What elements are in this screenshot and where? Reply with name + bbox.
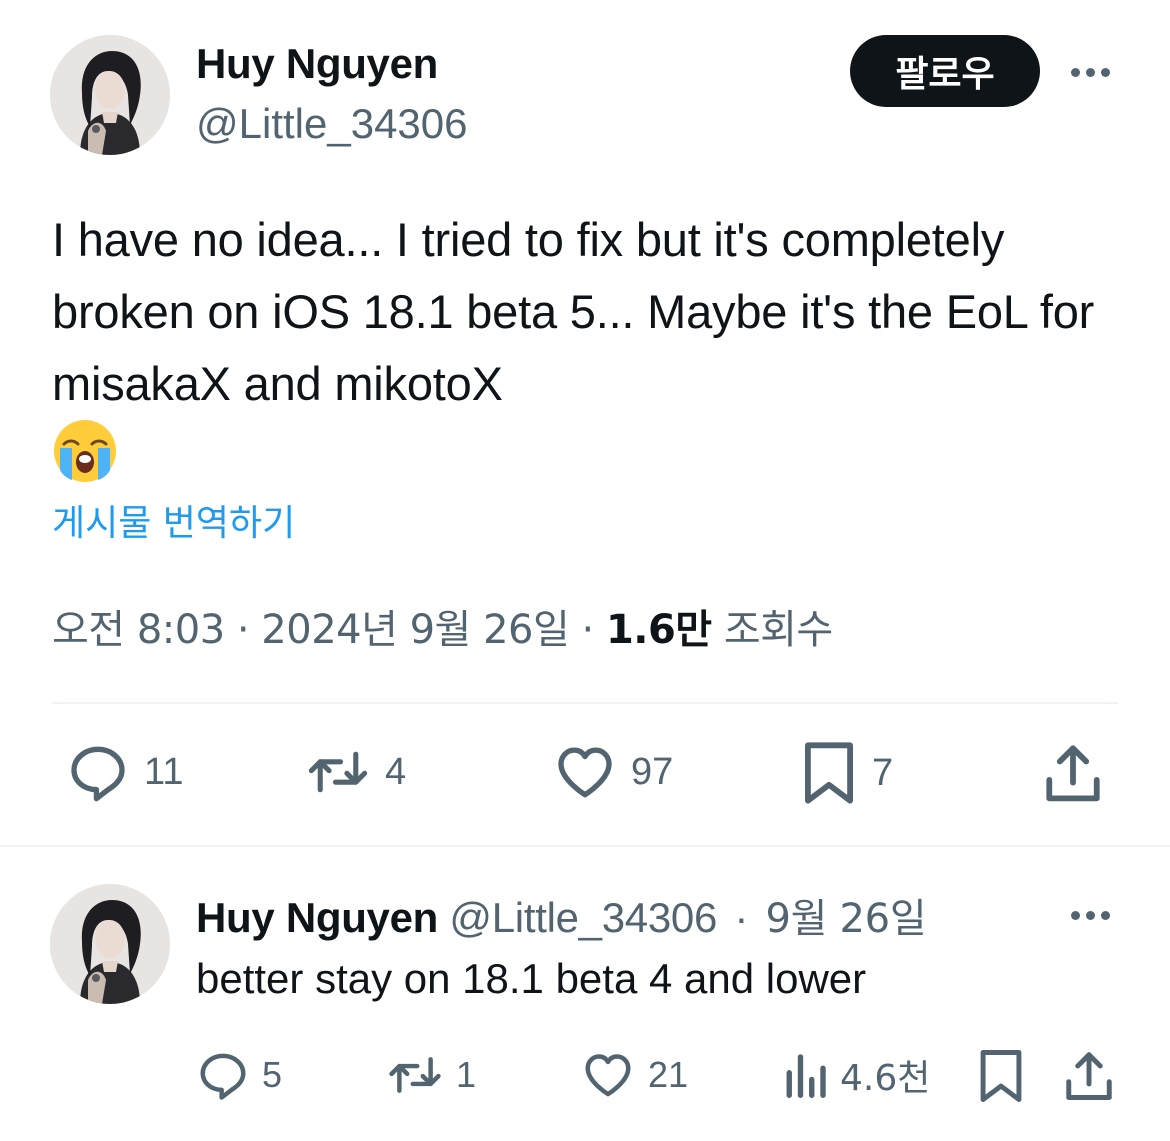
- reply-actions: 5 1 21 4.6천: [0, 1048, 1170, 1118]
- bookmark-icon: [980, 1050, 1022, 1102]
- tweet-time[interactable]: 오전 8:03: [52, 607, 225, 653]
- repost-icon: [308, 751, 368, 793]
- reply-share-button[interactable]: [1064, 1048, 1114, 1102]
- reply-author-handle[interactable]: @Little_34306: [449, 894, 717, 941]
- reply-reply-count: 5: [262, 1054, 283, 1095]
- tweet-date[interactable]: 2024년 9월 26일: [261, 607, 569, 653]
- repost-count: 4: [385, 750, 407, 793]
- like-count: 97: [631, 750, 674, 793]
- author-name[interactable]: Huy Nguyen: [196, 40, 438, 88]
- reply-like-button[interactable]: 21: [580, 1048, 688, 1102]
- tweet-metadata: 오전 8:03 · 2024년 9월 26일 · 1.6만 조회수: [52, 607, 833, 653]
- section-divider: [0, 845, 1170, 847]
- reply-repost-button[interactable]: 1: [386, 1048, 476, 1102]
- avatar-image: [50, 884, 170, 1004]
- tweet-text: I have no idea... I tried to fix but it'…: [52, 213, 1095, 410]
- share-icon: [1046, 745, 1100, 802]
- views-count: 1.6만: [605, 607, 712, 653]
- more-options-icon[interactable]: [1062, 52, 1118, 92]
- divider: [52, 702, 1118, 704]
- views-chart-icon: [786, 1054, 826, 1098]
- reply-views-count: 4.6천: [840, 1058, 931, 1099]
- heart-icon: [585, 1054, 631, 1097]
- bookmark-icon: [805, 742, 853, 804]
- bookmark-button[interactable]: 7: [800, 740, 893, 806]
- reply-more-options-icon[interactable]: [1062, 895, 1118, 935]
- reply-reply-button[interactable]: 5: [196, 1048, 282, 1102]
- author-handle[interactable]: @Little_34306: [196, 100, 468, 148]
- tweet-actions: 11 4 97 7: [0, 740, 1170, 810]
- avatar-image: [50, 35, 170, 155]
- reply-avatar[interactable]: [50, 884, 170, 1004]
- reply-button[interactable]: 11: [66, 740, 183, 804]
- reply-count: 11: [144, 750, 184, 793]
- reply-bookmark-button[interactable]: [976, 1048, 1026, 1104]
- reply-header: Huy Nguyen @Little_34306 · 9월 26일: [196, 894, 927, 942]
- crying-face-emoji-icon: [54, 420, 116, 482]
- reply-views-button[interactable]: 4.6천: [782, 1048, 930, 1102]
- repost-icon: [389, 1057, 441, 1093]
- reply-author-name[interactable]: Huy Nguyen: [196, 894, 438, 941]
- translate-link[interactable]: 게시물 번역하기: [52, 494, 295, 546]
- follow-button[interactable]: 팔로우: [850, 35, 1040, 107]
- bookmark-count: 7: [872, 751, 894, 794]
- reply-icon: [200, 1053, 246, 1100]
- heart-icon: [558, 747, 612, 798]
- share-button[interactable]: [1044, 740, 1102, 804]
- reply-like-count: 21: [648, 1054, 689, 1095]
- reply-date[interactable]: 9월 26일: [765, 896, 926, 942]
- avatar[interactable]: [50, 35, 170, 155]
- reply-icon: [71, 746, 125, 802]
- views-label: 조회수: [723, 607, 833, 653]
- reply-repost-count: 1: [456, 1054, 477, 1095]
- share-icon: [1066, 1052, 1112, 1100]
- repost-button[interactable]: 4: [305, 740, 406, 804]
- reply-text: better stay on 18.1 beta 4 and lower: [196, 955, 867, 1002]
- like-button[interactable]: 97: [553, 740, 673, 804]
